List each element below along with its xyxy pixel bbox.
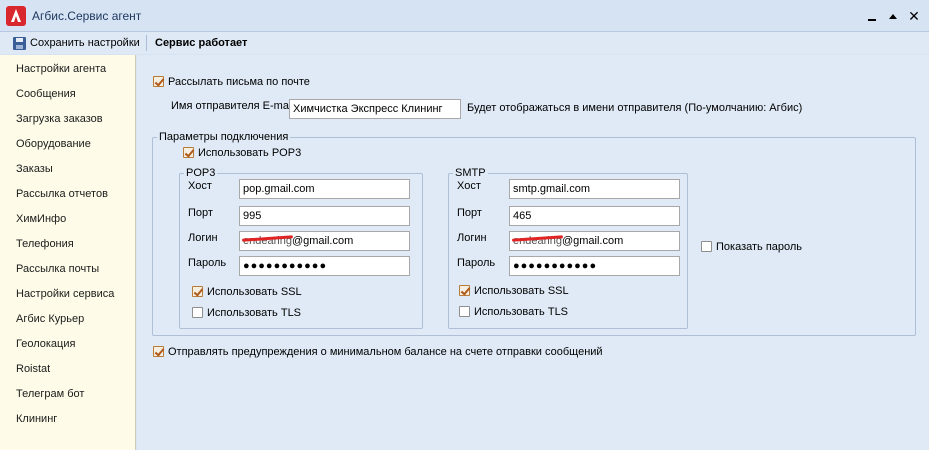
toolbar: Сохранить настройки Сервис работает	[0, 32, 929, 54]
connection-params-group: Параметры подключения Использовать POP3 …	[152, 131, 916, 336]
connection-params-title: Параметры подключения	[157, 131, 291, 143]
sidebar-item-geolocation[interactable]: Геолокация	[16, 338, 75, 350]
save-settings-button[interactable]: Сохранить настройки	[13, 35, 140, 51]
sidebar-item-orders[interactable]: Заказы	[16, 163, 53, 175]
sender-name-field[interactable]: Химчистка Экспресс Клининг	[289, 99, 461, 119]
pop3-use-ssl-checkbox[interactable]	[192, 286, 203, 297]
min-balance-warning-label: Отправлять предупреждения о минимальном …	[168, 346, 603, 358]
toolbar-divider	[146, 35, 147, 51]
agbis-logo-icon	[6, 6, 26, 26]
use-pop3-label: Использовать POP3	[198, 147, 302, 159]
show-password-checkbox[interactable]	[701, 241, 712, 252]
smtp-use-tls-label: Использовать TLS	[474, 306, 569, 318]
pop3-login-label: Логин	[188, 232, 218, 244]
sidebar-item-telephony[interactable]: Телефония	[16, 238, 74, 250]
sidebar-item-courier[interactable]: Агбис Курьер	[16, 313, 84, 325]
smtp-login-field[interactable]: endearing@gmail.com	[509, 231, 680, 251]
sidebar-item-order-import[interactable]: Загрузка заказов	[16, 113, 103, 125]
sidebar-item-report-mailing[interactable]: Рассылка отчетов	[16, 188, 108, 200]
sidebar-item-service-settings[interactable]: Настройки сервиса	[16, 288, 114, 300]
pop3-use-tls-checkbox[interactable]	[192, 307, 203, 318]
redacted-username: endearing	[513, 232, 562, 250]
sidebar-item-agent-settings[interactable]: Настройки агента	[16, 63, 106, 75]
smtp-group: SMTP Хост smtp.gmail.com Порт 465 Логин …	[448, 167, 688, 329]
maximize-icon[interactable]	[885, 8, 901, 24]
smtp-password-field[interactable]: ●●●●●●●●●●●	[509, 256, 680, 276]
redacted-username: endearing	[243, 232, 292, 250]
sender-name-label: Имя отправителя E-mail	[171, 100, 294, 112]
floppy-disk-icon	[13, 36, 26, 50]
smtp-host-label: Хост	[457, 180, 481, 192]
sender-name-hint: Будет отображаться в имени отправителя (…	[467, 102, 803, 114]
pop3-port-field[interactable]: 995	[239, 206, 410, 226]
pop3-use-ssl-label: Использовать SSL	[207, 286, 302, 298]
smtp-host-field[interactable]: smtp.gmail.com	[509, 179, 680, 199]
smtp-use-ssl-checkbox[interactable]	[459, 285, 470, 296]
send-by-mail-label: Рассылать письма по почте	[168, 76, 310, 88]
save-settings-label: Сохранить настройки	[30, 37, 140, 49]
pop3-use-tls-label: Использовать TLS	[207, 307, 302, 319]
window-title: Агбис.Сервис агент	[32, 9, 142, 23]
smtp-port-field[interactable]: 465	[509, 206, 680, 226]
smtp-title: SMTP	[453, 167, 488, 179]
pop3-port-label: Порт	[188, 207, 213, 219]
mail-settings-panel: Рассылать письма по почте Имя отправител…	[137, 55, 929, 450]
pop3-group: POP3 Хост pop.gmail.com Порт 995 Логин e…	[179, 167, 423, 329]
smtp-use-ssl-label: Использовать SSL	[474, 285, 569, 297]
smtp-password-label: Пароль	[457, 257, 496, 269]
sidebar-item-telegram-bot[interactable]: Телеграм бот	[16, 388, 84, 400]
send-by-mail-checkbox[interactable]	[153, 76, 164, 87]
pop3-title: POP3	[184, 167, 218, 179]
show-password-label: Показать пароль	[716, 241, 803, 253]
sidebar-item-himinfo[interactable]: ХимИнфо	[16, 213, 66, 225]
smtp-port-label: Порт	[457, 207, 482, 219]
sidebar-item-cleaning[interactable]: Клининг	[16, 413, 57, 425]
pop3-host-label: Хост	[188, 180, 212, 192]
service-status: Сервис работает	[155, 37, 248, 49]
minimize-icon[interactable]	[864, 8, 880, 24]
sidebar-item-equipment[interactable]: Оборудование	[16, 138, 91, 150]
smtp-login-label: Логин	[457, 232, 487, 244]
pop3-password-field[interactable]: ●●●●●●●●●●●	[239, 256, 410, 276]
pop3-login-domain: @gmail.com	[291, 235, 354, 247]
close-icon[interactable]: ✕	[906, 8, 922, 24]
smtp-use-tls-checkbox[interactable]	[459, 306, 470, 317]
pop3-login-field[interactable]: endearing@gmail.com	[239, 231, 410, 251]
sidebar-item-messages[interactable]: Сообщения	[16, 88, 76, 100]
use-pop3-checkbox[interactable]	[183, 147, 194, 158]
title-bar: Агбис.Сервис агент ✕	[0, 0, 929, 32]
min-balance-warning-checkbox[interactable]	[153, 346, 164, 357]
sidebar-item-mail-mailing[interactable]: Рассылка почты	[16, 263, 99, 275]
sidebar-item-roistat[interactable]: Roistat	[16, 363, 50, 375]
pop3-host-field[interactable]: pop.gmail.com	[239, 179, 410, 199]
smtp-login-domain: @gmail.com	[561, 235, 624, 247]
pop3-password-label: Пароль	[188, 257, 227, 269]
sidebar: Настройки агента Сообщения Загрузка зака…	[0, 55, 136, 450]
